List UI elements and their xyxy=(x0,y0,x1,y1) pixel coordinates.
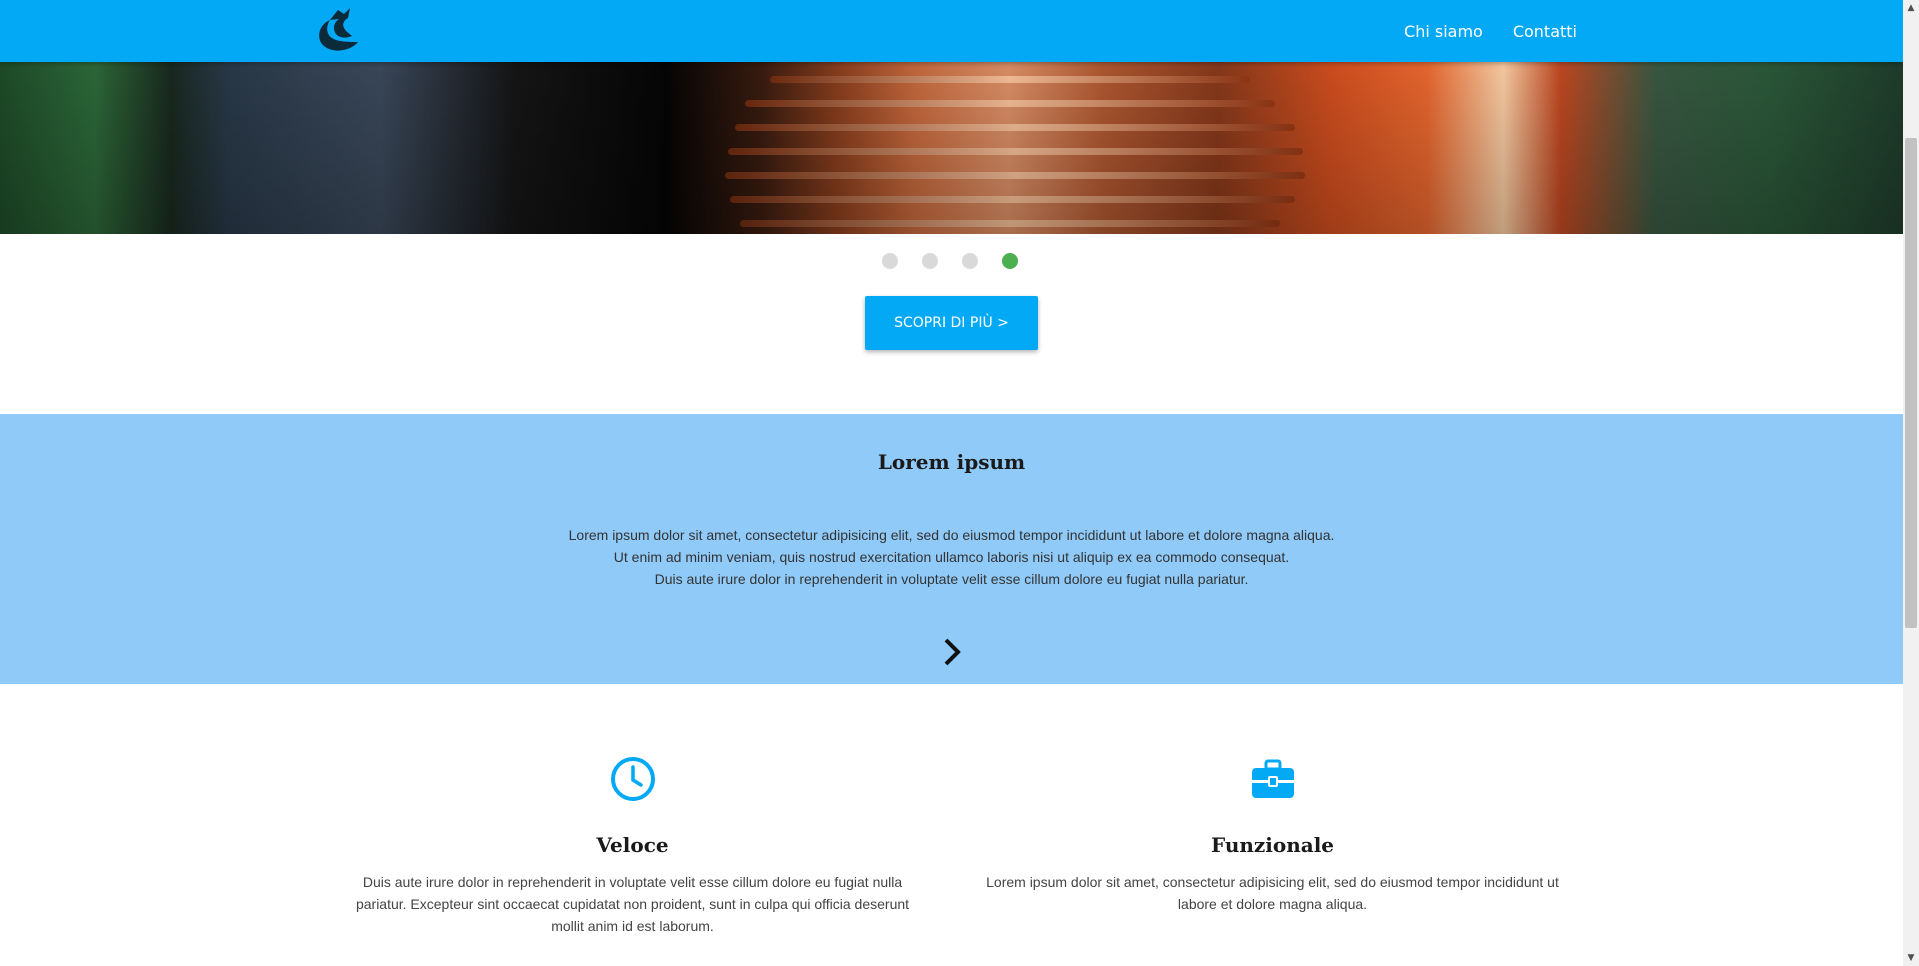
feature-funzionale: Funzionale Lorem ipsum dolor sit amet, c… xyxy=(975,755,1570,915)
wave-logo[interactable] xyxy=(312,2,364,56)
band-text: Lorem ipsum dolor sit amet, consectetur … xyxy=(0,524,1903,590)
nav-link-contatti[interactable]: Contatti xyxy=(1513,22,1577,41)
feature-title: Veloce xyxy=(596,833,669,857)
feature-text: Lorem ipsum dolor sit amet, consectetur … xyxy=(986,874,1559,912)
carousel-dot-active[interactable] xyxy=(1002,253,1018,269)
scroll-down-arrow-icon[interactable]: ▼ xyxy=(1903,950,1919,966)
scroll-up-arrow-icon[interactable]: ▲ xyxy=(1903,0,1919,16)
carousel-indicators xyxy=(882,253,1018,269)
band-line: Ut enim ad minim veniam, quis nostrud ex… xyxy=(613,549,1290,565)
briefcase-icon xyxy=(1249,755,1297,803)
band-title: Lorem ipsum xyxy=(877,450,1026,474)
nav-links: Chi siamo Contatti xyxy=(1404,0,1577,62)
hero-shade xyxy=(0,62,1903,234)
hero-image xyxy=(0,62,1903,234)
carousel-dot[interactable] xyxy=(882,253,898,269)
page: Chi siamo Contatti SCOPRI DI PIÙ > Lorem… xyxy=(0,0,1903,966)
band-line: Duis aute irure dolor in reprehenderit i… xyxy=(654,571,1249,587)
feature-veloce: Veloce Duis aute irure dolor in reprehen… xyxy=(350,755,915,937)
nav-link-chi-siamo[interactable]: Chi siamo xyxy=(1404,22,1483,41)
feature-title: Funzionale xyxy=(1210,833,1335,857)
clock-icon xyxy=(609,755,657,803)
carousel-dot[interactable] xyxy=(922,253,938,269)
carousel-dot[interactable] xyxy=(962,253,978,269)
info-band: Lorem ipsum Lorem ipsum dolor sit amet, … xyxy=(0,414,1903,684)
band-line: Lorem ipsum dolor sit amet, consectetur … xyxy=(568,527,1335,543)
feature-text: Duis aute irure dolor in reprehenderit i… xyxy=(355,874,910,934)
scrollbar-thumb[interactable] xyxy=(1905,138,1917,628)
chevron-right-icon[interactable] xyxy=(938,636,966,668)
vertical-scrollbar[interactable]: ▲ ▼ xyxy=(1903,0,1919,966)
discover-more-button[interactable]: SCOPRI DI PIÙ > xyxy=(865,296,1038,350)
navbar: Chi siamo Contatti xyxy=(0,0,1903,62)
